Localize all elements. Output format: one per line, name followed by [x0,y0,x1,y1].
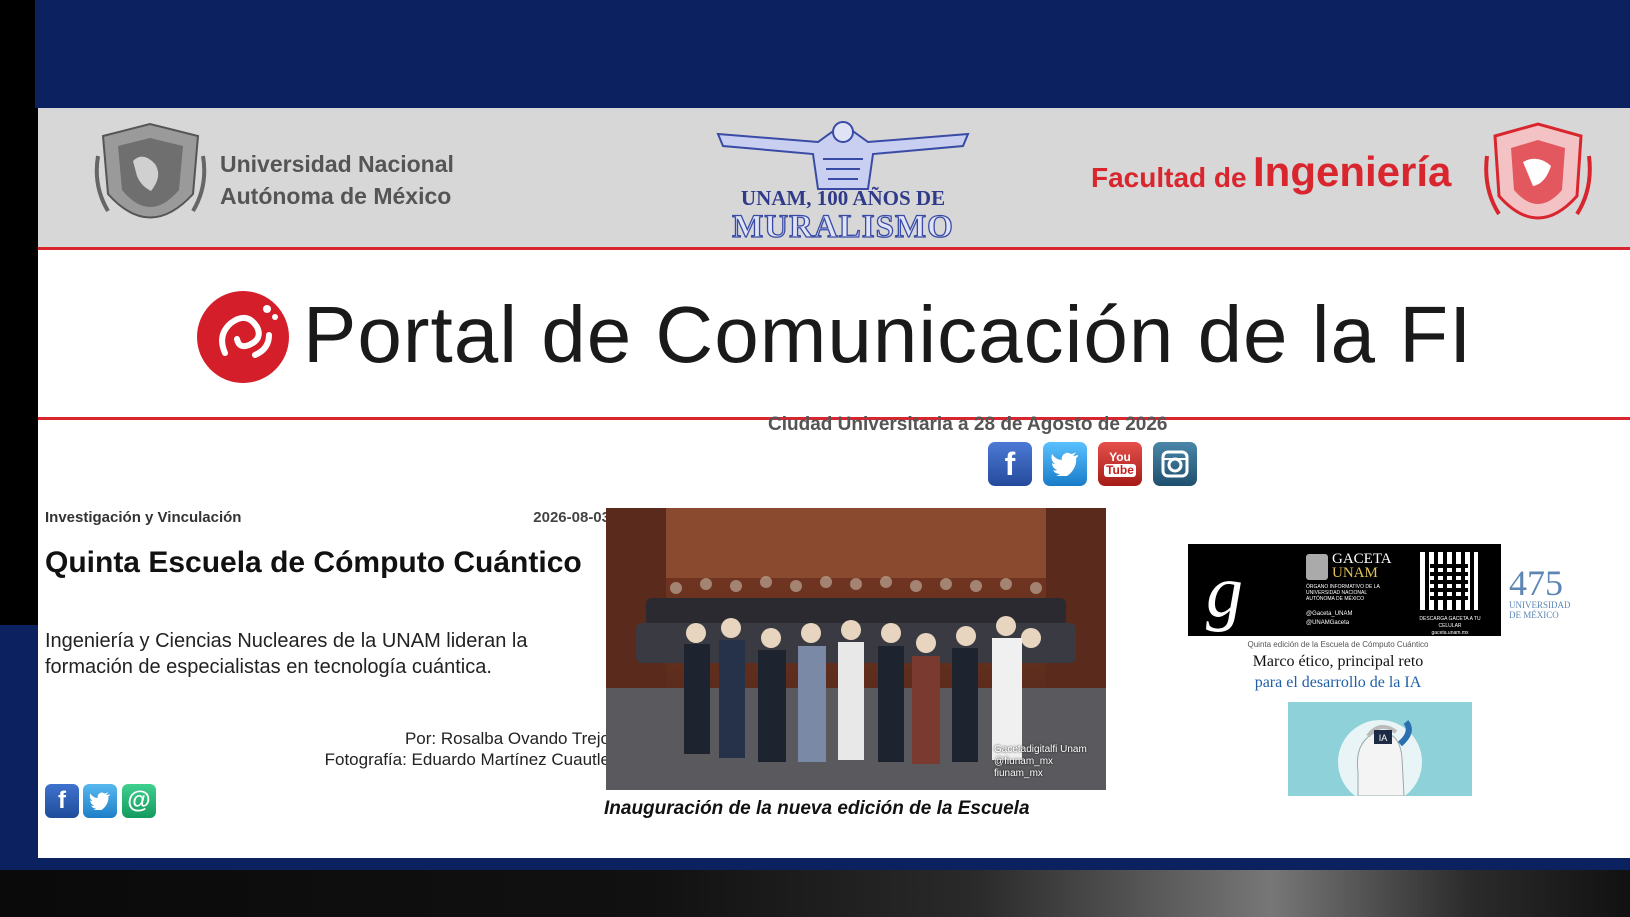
mural-title: UNAM, 100 AÑOS DE [740,186,946,210]
photo-credit: Gacetadigitalfi Unam @fiunam_mx fiunam_m… [994,744,1087,780]
share-twitter-icon [89,792,110,810]
article-photo[interactable]: Gacetadigitalfi Unam @fiunam_mx fiunam_m… [606,508,1106,790]
gaceta-crest-icon [1306,554,1328,580]
photo-credit-x: @fiunam_mx [994,756,1054,767]
portal-title: Portal de Comunicación de la FI [303,290,1473,379]
article-credits: Por: Rosalba Ovando Trejo Fotografía: Ed… [273,728,610,770]
gaceta-illustration[interactable]: IA [1288,702,1472,796]
unam-475-label: UNIVERSIDAD DE MÉXICO [1509,600,1571,620]
top-navy-band [35,0,1630,108]
gaceta-kicker: Quinta edición de la Escuela de Cómputo … [1247,640,1429,649]
instagram-camera-icon [1161,450,1189,478]
article-category[interactable]: Investigación y Vinculación [45,509,241,526]
unam-crest-icon[interactable] [93,116,208,244]
left-navy-band [0,625,40,870]
qr-caption-2: gaceta.unam.mx [1431,630,1469,636]
statue-ai-illustration: IA [1338,720,1422,796]
portal-banner: Portal de Comunicación de la FI [38,253,1630,420]
unam-475-label-1: UNIVERSIDAD [1509,600,1571,610]
share-email-button[interactable]: @ [122,784,156,818]
youtube-icon[interactable]: You Tube [1098,442,1142,486]
bottom-dark-band [0,870,1630,917]
bottom-navy-strip [0,858,1630,870]
newsletter-page: Universidad Nacional Autónoma de México … [38,108,1630,858]
mural-subtitle: MURALISMO [732,208,954,245]
gaceta-name-1: GACETA [1332,551,1392,567]
share-facebook-glyph: f [58,787,66,814]
gaceta-headline-2[interactable]: para el desarrollo de la IA [1188,674,1488,692]
facebook-glyph: f [1004,445,1016,482]
gaceta-handles: @Gaceta_UNAM @UNAMGaceta [1306,610,1352,628]
facebook-icon[interactable]: f [988,442,1032,486]
article-title[interactable]: Quinta Escuela de Cómputo Cuántico [45,544,605,582]
gaceta-handle-x: @Gaceta_UNAM [1306,611,1353,617]
gaceta-banner[interactable]: g GACETA UNAM ÓRGANO INFORMATIVO DE LA U… [1188,544,1501,636]
youtube-label-bottom: Tube [1104,463,1136,477]
qr-caption: DESCARGA GACETA A TU CELULAR gaceta.unam… [1410,616,1490,637]
qr-caption-1: DESCARGA GACETA A TU CELULAR [1419,616,1481,629]
unam-475-logo: 475 UNIVERSIDAD DE MÉXICO [1501,544,1630,636]
photo-credit-facebook: Gacetadigitalfi Unam [994,744,1087,755]
unam-name: Universidad Nacional Autónoma de México [220,148,454,212]
photo-caption: Inauguración de la nueva edición de la E… [604,798,1030,819]
qr-code-icon[interactable] [1420,552,1478,610]
gaceta-handle-facebook: @UNAMGaceta [1306,620,1350,626]
institutional-header: Universidad Nacional Autónoma de México … [38,108,1630,250]
faculty-label: Facultad de [1091,162,1247,193]
unam-475-number: 475 [1509,563,1563,603]
fi-crest-icon[interactable] [1483,114,1593,244]
gaceta-subtitle: ÓRGANO INFORMATIVO DE LA UNIVERSIDAD NAC… [1306,584,1380,602]
instagram-icon[interactable] [1153,442,1197,486]
twitter-bird-icon [1051,452,1078,476]
share-email-glyph: @ [127,787,151,814]
muralismo-logo[interactable]: UNAM, 100 AÑOS DE MURALISMO [698,114,988,246]
unam-name-line2: Autónoma de México [220,183,452,209]
faculty-name: Ingeniería [1253,148,1452,195]
mural-figure-icon [716,121,970,190]
dateline: Ciudad Universitaria a 28 de Agosto de 2… [768,414,1168,435]
gaceta-name: GACETA UNAM [1332,551,1392,581]
article-photographer: Fotografía: Eduardo Martínez Cuautle [324,750,610,769]
photo-credit-instagram: fiunam_mx [994,768,1043,779]
ia-label: IA [1379,733,1388,743]
share-facebook-button[interactable]: f [45,784,79,818]
unam-name-line1: Universidad Nacional [220,151,454,177]
article-lead: Ingeniería y Ciencias Nucleares de la UN… [45,630,528,678]
share-twitter-button[interactable] [83,784,117,818]
article-date: 2026-08-03 [533,509,610,526]
unam-475-label-2: DE MÉXICO [1509,610,1559,620]
gaceta-g-logo: g [1206,551,1243,633]
article-author: Por: Rosalba Ovando Trejo [404,729,610,748]
gaceta-headline-1[interactable]: Marco ético, principal reto [1188,653,1488,671]
gaceta-name-2: UNAM [1332,565,1378,581]
twitter-icon[interactable] [1043,442,1087,486]
portal-logo-icon[interactable] [195,289,291,385]
